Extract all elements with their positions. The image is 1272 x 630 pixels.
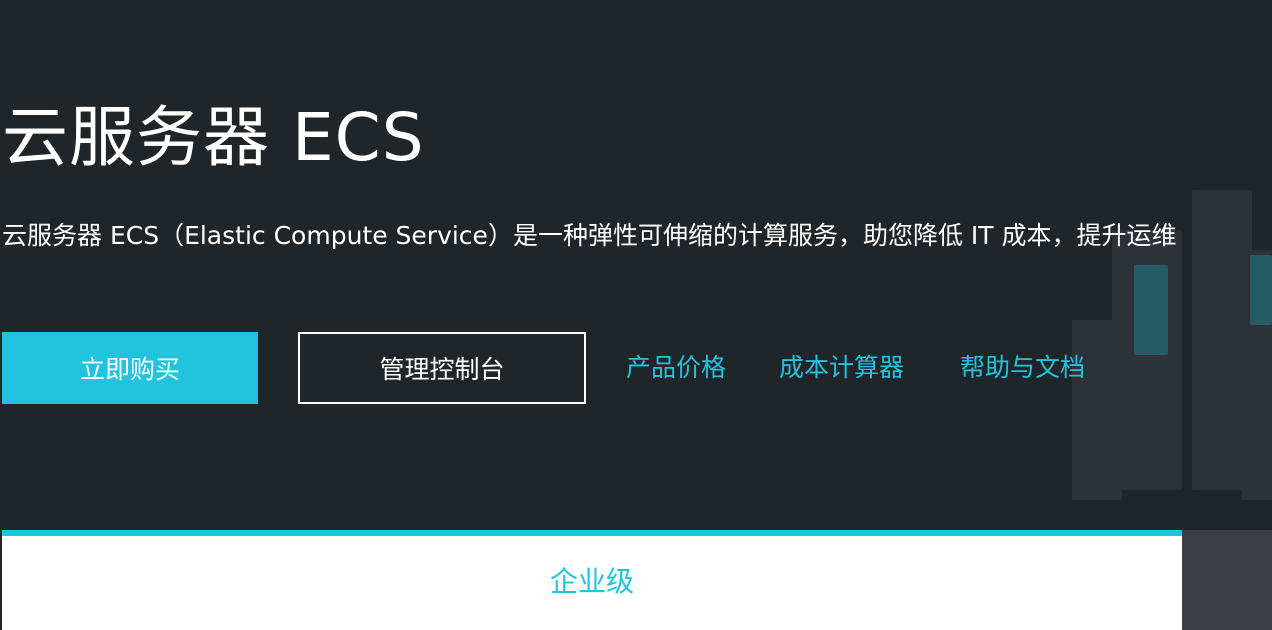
help-docs-link[interactable]: 帮助与文档 — [960, 348, 1085, 388]
tab-side-panel — [1182, 530, 1272, 630]
cost-calculator-link[interactable]: 成本计算器 — [779, 348, 904, 388]
buy-now-button[interactable]: 立即购买 — [2, 332, 258, 404]
tab-enterprise[interactable]: 企业级 — [2, 530, 1182, 630]
tab-enterprise-label: 企业级 — [549, 565, 634, 598]
pricing-link[interactable]: 产品价格 — [626, 348, 726, 388]
management-console-button[interactable]: 管理控制台 — [298, 332, 586, 404]
page-title: 云服务器 ECS — [2, 99, 425, 176]
product-description: 云服务器 ECS（Elastic Compute Service）是一种弹性可伸… — [2, 221, 1177, 250]
hero-banner: 云服务器 ECS 云服务器 ECS（Elastic Compute Servic… — [0, 0, 1272, 630]
